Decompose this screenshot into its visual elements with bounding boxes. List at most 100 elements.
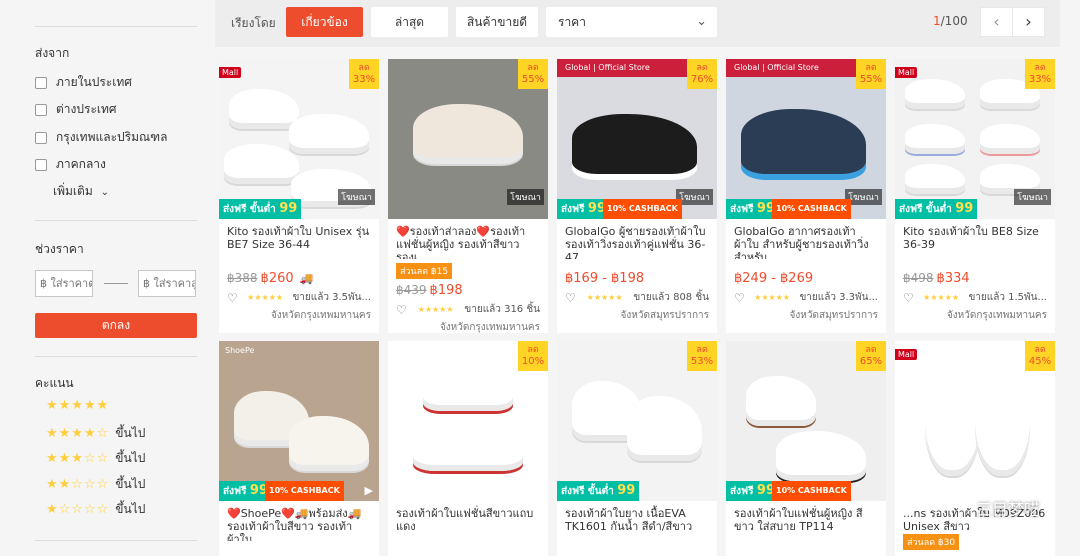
ship-from-option-bangkok[interactable]: กรุงเทพและปริมณฑล [35,128,167,147]
checkbox[interactable] [35,131,47,144]
star-rating-icon: ★★★☆☆ [46,451,110,466]
product-card[interactable]: Mall ลด 33% โฆษณา ส่งฟรี ขั้นต่ำ 99 Kito … [219,59,379,333]
shoe-graphic [627,396,702,461]
divider [35,26,197,27]
checkbox[interactable] [35,103,47,116]
shoe-graphic [423,371,513,411]
checkbox[interactable] [35,76,47,89]
checkbox[interactable] [35,158,47,171]
heart-icon[interactable]: ♡ [734,291,745,305]
product-title[interactable]: Kito รองเท้าผ้าใบ BE8 Size 36-39 [895,219,1055,259]
rating-filter-3[interactable]: ★★★☆☆ ขึ้นไป [46,449,145,468]
heart-icon[interactable]: ♡ [227,291,238,305]
disc-value: 45% [1028,356,1052,367]
product-image[interactable]: Global | Official Store ลด 76% โฆษณา ส่งฟ… [557,59,717,219]
sort-price-select[interactable]: ราคา ⌄ [546,7,717,37]
rating-suffix: ขึ้นไป [115,477,146,491]
product-card[interactable]: Global | Official Store ลด 55% โฆษณา ส่งฟ… [726,59,886,333]
shoe-graphic [413,104,523,164]
current-page: 1 [933,14,941,28]
product-image[interactable]: ShoePe ส่งฟรี 99 10% CASHBACK ▶ [219,341,379,501]
apply-price-button[interactable]: ตกลง [35,313,197,338]
ship-from-option-central[interactable]: ภาคกลาง [35,155,106,174]
product-price: ฿439 ฿198 [388,279,548,298]
disc-value: 55% [521,74,545,85]
ship-from-option-overseas[interactable]: ต่างประเทศ [35,100,117,119]
next-page-button[interactable]: › [1012,7,1045,37]
product-title[interactable]: รองเท้าผ้าใบแฟชั่นผู้หญิง สีขาว ใส่สบาย … [726,501,886,541]
product-image[interactable]: ลด 55% โฆษณา [388,59,548,219]
freeship-text: ส่งฟรี ขั้นต่ำ [561,486,614,497]
freeship-text: ส่งฟรี [561,204,585,215]
product-title[interactable]: GlobalGo ฮากาศรองเท้าผ้าใบ สำหรับผู้ชายร… [726,219,886,259]
freeship-text: ส่งฟรี [730,486,754,497]
product-image[interactable]: ลด 65% ส่งฟรี 99 10% CASHBACK [726,341,886,501]
product-card[interactable]: Mall ลด 33% โฆษณา ส่งฟรี ขั้นต่ำ 99 Kito … [895,59,1055,333]
freeship-text: ส่งฟรี [223,486,247,497]
product-title[interactable]: GlobalGo ผู้ชายรองเท้าผ้าใบ รองเท้าวิ่งร… [557,219,717,259]
more-options-link[interactable]: เพิ่มเติม ⌄ [53,182,109,201]
price-range-title: ช่วงราคา [35,242,84,256]
rating-filter-4[interactable]: ★★★★☆ ขึ้นไป [46,424,145,443]
star-rating-icon: ★★★★★ [247,293,284,302]
product-title[interactable]: รองเท้าผ้าใบแฟชั่นสีขาวแถบแดง [388,501,548,541]
shoe-graphic [925,366,980,476]
star-rating-icon: ★★★★★ [46,398,110,413]
discount-badge: ลด 33% [349,59,379,89]
sort-top-sales-button[interactable]: สินค้าขายดี [456,7,538,37]
price-max-input[interactable]: ฿ ใส่ราคาสู [138,270,196,297]
option-label: กรุงเทพและปริมณฑล [56,130,168,144]
divider [35,220,197,221]
product-title[interactable]: ❤️ShoePe❤️🚚พร้อมส่ง🚚 รองเท้าผ้าใบสีขาว ร… [219,501,379,541]
range-dash [104,283,128,284]
more-label: เพิ่มเติม [53,184,93,198]
product-image[interactable]: Mall ลด 45% [895,341,1055,501]
sort-latest-button[interactable]: ล่าสุด [371,7,448,37]
product-title[interactable]: Kito รองเท้าผ้าใบ Unisex รุ่น BE7 Size 3… [219,219,379,259]
rating-filter-5[interactable]: ★★★★★ [46,398,115,413]
disc-value: 76% [690,74,714,85]
product-card[interactable]: Global | Official Store ลด 76% โฆษณา ส่งฟ… [557,59,717,333]
product-image[interactable]: Mall ลด 33% โฆษณา ส่งฟรี ขั้นต่ำ 99 [219,59,379,219]
product-card[interactable]: ลด 65% ส่งฟรี 99 10% CASHBACK รองเท้าผ้าใ… [726,341,886,556]
watermark-text: 三目梦呓 [975,500,1040,519]
cashback-banner: 10% CASHBACK [772,481,851,501]
sort-relevance-button[interactable]: เกี่ยวข้อง [286,7,363,37]
shoe-graphic [776,431,866,481]
disc-value: 55% [859,74,883,85]
product-title[interactable]: ❤️รองเท้าส่าลอง❤️รองเท้าแฟชั่นผู้หญิง รอ… [388,219,548,259]
rating-filter-2[interactable]: ★★☆☆☆ ขึ้นไป [46,475,145,494]
product-image[interactable]: Mall ลด 33% โฆษณา ส่งฟรี ขั้นต่ำ 99 [895,59,1055,219]
freeship-amount: 99 [955,201,974,216]
disc-label: ลด [696,63,708,73]
freeship-amount: 99 [617,483,636,498]
product-meta: ♡ ★★★★★ ขายแล้ว 3.5พัน... [219,286,379,305]
product-image[interactable]: ลด 10% [388,341,548,501]
price-min-input[interactable]: ฿ ใส่ราคาต่ำ [35,270,93,297]
product-title[interactable]: รองเท้าผ้าใบยาง เนื้อEVA TK1601 กันน้ำ ส… [557,501,717,541]
product-card[interactable]: ลด 10% รองเท้าผ้าใบแฟชั่นสีขาวแถบแดง [388,341,548,556]
shoe-graphic [975,366,1030,476]
product-card[interactable]: ลด 53% ส่งฟรี ขั้นต่ำ 99 รองเท้าผ้าใบยาง … [557,341,717,556]
heart-icon[interactable]: ♡ [565,291,576,305]
prev-page-button[interactable]: ‹ [980,7,1013,37]
heart-icon[interactable]: ♡ [903,291,914,305]
chevron-left-icon: ‹ [993,12,1000,31]
product-card[interactable]: ลด 55% โฆษณา ❤️รองเท้าส่าลอง❤️รองเท้าแฟชั… [388,59,548,333]
ship-from-option-domestic[interactable]: ภายในประเทศ [35,73,132,92]
ship-from-title: ส่งจาก [35,46,70,60]
product-location: จังหวัดกรุงเทพมหานคร [439,322,540,333]
ad-label: โฆษณา [507,189,544,205]
rating-filter-1[interactable]: ★☆☆☆☆ ขึ้นไป [46,500,145,519]
disc-value: 10% [521,356,545,367]
product-image[interactable]: ลด 53% ส่งฟรี ขั้นต่ำ 99 [557,341,717,501]
ad-label: โฆษณา [338,189,375,205]
product-card[interactable]: Mall ลด 45% ...ns รองเท้าผ้าใบ M09Z006 Un… [895,341,1055,556]
shoe-graphic [289,114,369,154]
discount-badge: ลด 76% [687,59,717,89]
sold-count: ขายแล้ว 3.3พัน... [799,292,878,303]
product-card[interactable]: ShoePe ส่งฟรี 99 10% CASHBACK ▶ ❤️ShoePe… [219,341,379,556]
heart-icon[interactable]: ♡ [396,303,407,317]
shoe-graphic [905,164,965,194]
product-image[interactable]: Global | Official Store ลด 55% โฆษณา ส่งฟ… [726,59,886,219]
